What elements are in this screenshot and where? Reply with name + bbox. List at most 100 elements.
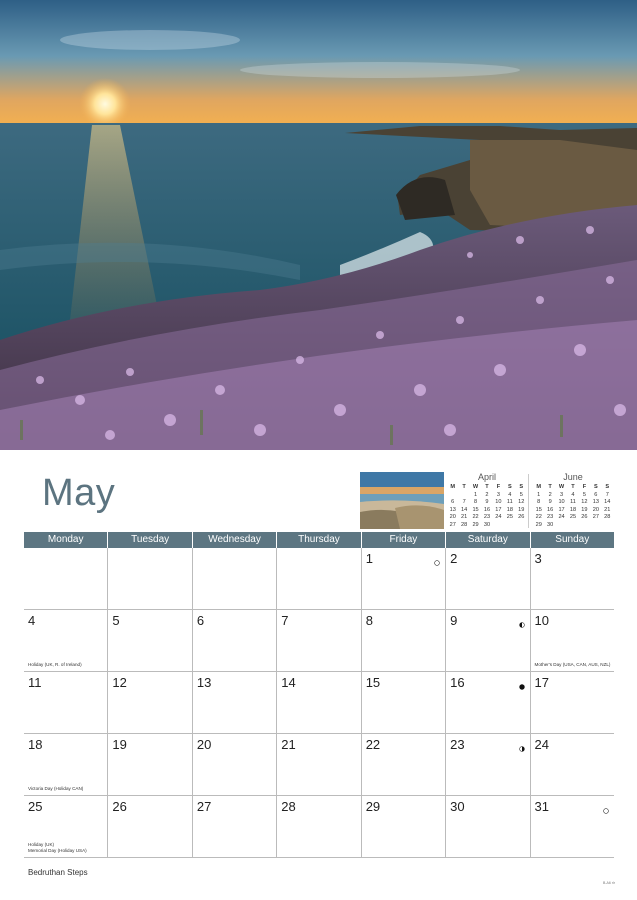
calendar-day-cell[interactable]: 30 [446, 796, 531, 857]
mini-day [447, 492, 458, 500]
mini-day: 11 [570, 499, 576, 505]
first-quarter-moon-icon [518, 739, 525, 752]
calendar-day-cell[interactable] [277, 548, 362, 609]
calendar-day-cell[interactable]: 17 [531, 672, 614, 733]
day-number: 2 [450, 551, 458, 566]
day-number: 8 [365, 613, 373, 628]
calendar-day-cell[interactable] [24, 548, 109, 609]
calendar-day-cell[interactable]: 19 [108, 734, 193, 795]
day-number: 10 [534, 613, 549, 628]
calendar-week-row: 1 2 3 [24, 548, 614, 610]
calendar-day-cell[interactable] [193, 548, 278, 609]
mini-day: 29 [472, 521, 479, 528]
mini-day: 30 [547, 521, 554, 528]
calendar-day-cell[interactable]: 22 [362, 734, 447, 795]
calendar-day-cell[interactable]: 12 [108, 672, 193, 733]
mini-day: 14 [604, 499, 611, 505]
mini-day: 10 [495, 499, 502, 505]
mini-day: 28 [604, 514, 611, 520]
calendar-day-cell[interactable]: 21 [277, 734, 362, 795]
calendar-day-cell[interactable]: 28 [277, 796, 362, 857]
day-number: 22 [365, 737, 381, 752]
mini-day: 3 [559, 491, 564, 498]
mini-calendar-divider [528, 474, 529, 528]
mini-day [556, 522, 567, 530]
weekday-header: Monday [24, 532, 109, 548]
calendar-grid: Monday Tuesday Wednesday Thursday Friday… [24, 532, 614, 858]
calendar-day-cell[interactable] [108, 548, 193, 609]
mini-day: 15 [535, 506, 542, 513]
weekday-header-row: Monday Tuesday Wednesday Thursday Friday… [24, 532, 614, 548]
mini-day: 22 [535, 514, 542, 520]
day-number: 16 [450, 675, 465, 690]
calendar-day-cell[interactable]: 26 [108, 796, 193, 857]
calendar-day-cell[interactable]: 15 [362, 672, 447, 733]
beach-thumbnail [360, 472, 444, 529]
weekday-header: Saturday [446, 532, 531, 548]
weekday-initial: T [485, 484, 489, 490]
calendar-day-cell[interactable]: 29 [362, 796, 447, 857]
weekday-initial: W [558, 484, 565, 490]
weekday-initial: S [507, 484, 512, 490]
calendar-day-cell[interactable]: 24 [531, 734, 614, 795]
calendar-day-cell[interactable]: 31 [531, 796, 614, 857]
full-moon-icon [603, 801, 609, 814]
calendar-day-cell[interactable]: 4 Holiday (UK, R. of Ireland) [24, 610, 109, 671]
mini-day: 2 [548, 491, 552, 498]
mini-calendar-grid: M T W T F S S 1 2 3 4 5 6 7 8 9 10 11 12… [533, 484, 613, 529]
day-number: 12 [112, 675, 127, 690]
day-number: 18 [28, 737, 43, 752]
calendar-day-cell[interactable]: 23 [446, 734, 531, 795]
mini-day: 21 [461, 514, 468, 520]
calendar-week-row: 18 Victoria Day (Holiday CAN) 19 20 21 22 23 24 [24, 734, 614, 796]
calendar-day-cell[interactable]: 7 [277, 610, 362, 671]
calendar-day-cell[interactable]: 16 [446, 672, 531, 733]
weekday-header: Thursday [277, 532, 362, 548]
mini-day: 11 [506, 499, 513, 505]
calendar-day-cell[interactable]: 11 [24, 672, 109, 733]
day-number: 19 [112, 737, 127, 752]
mini-day [493, 522, 504, 530]
calendar-day-cell[interactable]: 18 Victoria Day (Holiday CAN) [24, 734, 109, 795]
mini-day: 7 [605, 491, 609, 498]
mini-day: 8 [537, 499, 541, 505]
mini-day: 30 [483, 521, 491, 528]
mini-day: 26 [581, 514, 588, 520]
day-number: 13 [196, 675, 212, 690]
calendar-day-cell[interactable]: 14 [277, 672, 362, 733]
mini-day: 23 [483, 514, 491, 520]
calendar-day-cell[interactable]: 2 [446, 548, 531, 609]
mini-day: 16 [483, 506, 491, 513]
mini-day: 2 [485, 491, 489, 498]
calendar-day-cell[interactable]: 1 [362, 548, 447, 609]
calendar-day-cell[interactable]: 5 [108, 610, 193, 671]
mini-calendar-title: April [477, 472, 496, 482]
weekday-initial: M [450, 484, 456, 490]
day-number: 23 [450, 737, 465, 752]
calendar-day-cell[interactable]: 8 [362, 610, 447, 671]
day-number: 27 [196, 799, 212, 814]
weekday-header: Sunday [530, 532, 614, 548]
day-number: 24 [534, 737, 549, 752]
calendar-day-cell[interactable]: 25 Holiday (UK) Memorial Day (Holiday USA… [24, 796, 109, 857]
mini-day: 5 [582, 491, 586, 498]
day-number: 31 [534, 799, 549, 814]
last-quarter-moon-icon [518, 615, 525, 628]
holiday-note: Holiday (UK) Memorial Day (Holiday USA) [28, 842, 87, 853]
calendar-day-cell[interactable]: 10 Mother's Day (USA, CAN, AUS, NZL) [531, 610, 614, 671]
calendar-day-cell[interactable]: 27 [193, 796, 278, 857]
day-number: 17 [534, 675, 549, 690]
day-number: 14 [281, 675, 296, 690]
calendar-day-cell[interactable]: 6 [193, 610, 278, 671]
photo-caption: Bedruthan Steps [28, 868, 88, 877]
full-moon-icon [434, 553, 440, 566]
weekday-header: Friday [361, 532, 447, 548]
calendar-day-cell[interactable]: 20 [193, 734, 278, 795]
mini-day: 23 [547, 514, 554, 520]
day-number: 4 [28, 613, 36, 628]
calendar-day-cell[interactable]: 9 [446, 610, 531, 671]
calendar-day-cell[interactable]: 13 [193, 672, 278, 733]
day-number: 9 [450, 613, 458, 628]
calendar-day-cell[interactable]: 3 [531, 548, 614, 609]
mini-day: 9 [548, 499, 552, 505]
